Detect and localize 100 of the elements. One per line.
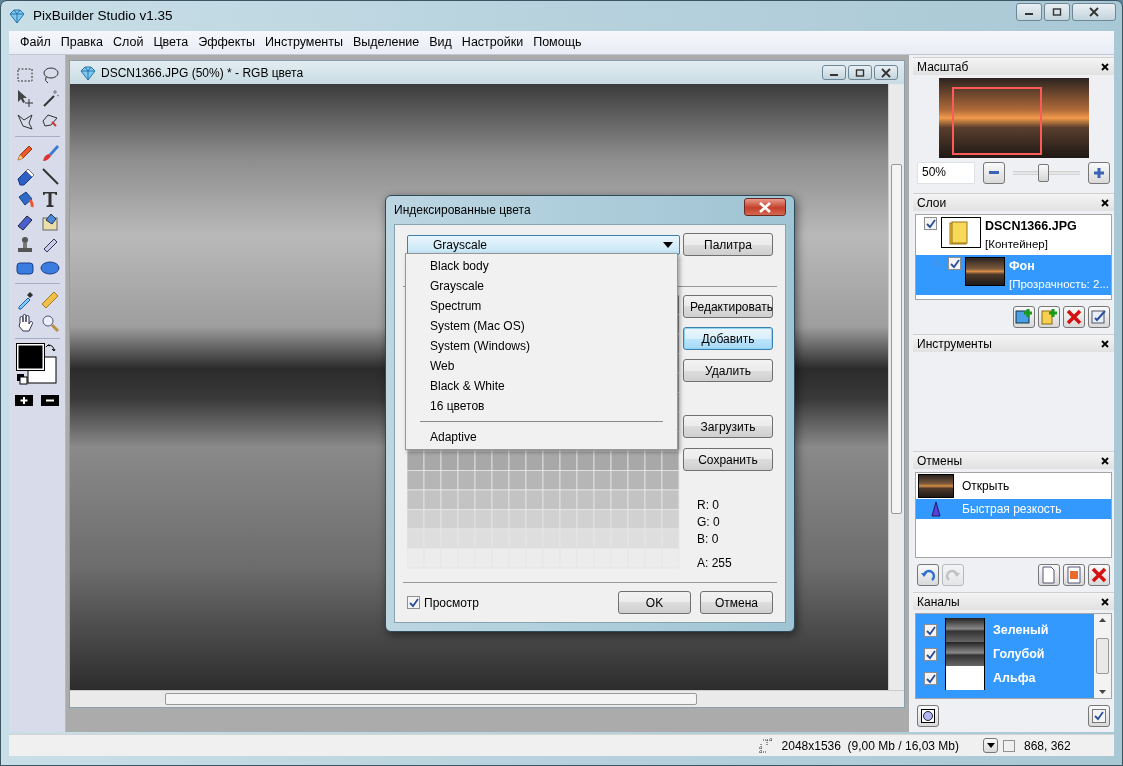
menu-item[interactable]: Настройки — [456, 33, 529, 52]
plus-icon — [1094, 168, 1104, 178]
menu-item[interactable]: Выделение — [348, 33, 425, 52]
color-readout: B: 0 — [697, 531, 720, 548]
checkbox[interactable] — [924, 623, 937, 637]
menu-item[interactable]: Инструменты — [260, 33, 348, 52]
undo-button[interactable] — [917, 564, 939, 586]
plus-icon[interactable] — [15, 395, 33, 406]
close-icon[interactable] — [1100, 61, 1110, 72]
channel-name: Зеленый — [993, 621, 1049, 639]
layer-thumbnail — [964, 257, 1005, 286]
history-label: Быстрая резкость — [962, 501, 1062, 518]
menu-item[interactable]: Помощь — [528, 33, 587, 52]
palette-grid[interactable] — [407, 295, 680, 569]
menu-item[interactable]: Слой — [107, 33, 149, 52]
close-button[interactable] — [874, 65, 898, 80]
dropdown-button[interactable] — [983, 738, 998, 753]
delete-layer-button[interactable] — [1063, 306, 1085, 328]
page-picture-icon — [1065, 566, 1083, 584]
dialog-button[interactable]: OK — [618, 591, 691, 614]
zoom-out-button[interactable] — [983, 162, 1005, 184]
close-button[interactable] — [744, 198, 786, 216]
slider-thumb[interactable] — [1038, 164, 1050, 182]
menu-item[interactable]: Эффекты — [193, 33, 261, 52]
dialog-button[interactable]: Добавить — [683, 327, 773, 350]
menu-option[interactable]: Adaptive — [406, 427, 677, 447]
close-icon[interactable] — [1100, 197, 1110, 208]
channel-name: Голубой — [993, 645, 1045, 663]
close-button[interactable] — [1072, 3, 1116, 21]
dialog-button[interactable]: Удалить — [683, 359, 773, 382]
menu-option[interactable]: System (Windows) — [406, 336, 677, 356]
minimize-button[interactable] — [822, 65, 846, 80]
delete-history-button[interactable] — [1088, 564, 1110, 586]
new-document-button[interactable] — [1063, 564, 1085, 586]
eraser-icon[interactable] — [14, 166, 35, 186]
checkbox[interactable] — [407, 596, 420, 609]
menu-item[interactable]: Файл — [15, 33, 56, 52]
line-icon[interactable] — [39, 166, 60, 186]
maximize-icon — [1052, 8, 1062, 16]
menu-option[interactable]: Web — [406, 356, 677, 376]
zoom-field[interactable]: 50% — [917, 162, 975, 184]
checkmark-icon — [1092, 709, 1106, 723]
palette-dropdown[interactable]: Grayscale — [407, 234, 680, 255]
history-item[interactable]: Открыть — [916, 473, 1111, 499]
dialog-button[interactable]: Отмена — [700, 591, 773, 614]
dialog-button[interactable]: Загрузить — [683, 415, 773, 438]
panel-title: Отмены — [917, 452, 962, 470]
layer-row[interactable]: DSCN1366.JPG [Контейнер] — [916, 215, 1111, 255]
dialog-button[interactable]: Редактировать — [683, 295, 773, 318]
horizontal-scrollbar[interactable] — [70, 690, 904, 707]
dialog-button[interactable]: Палитра — [683, 233, 773, 256]
vertical-scrollbar[interactable] — [888, 84, 904, 690]
app-logo-icon — [7, 7, 27, 25]
minimize-button[interactable] — [1016, 3, 1042, 21]
close-icon — [759, 201, 771, 213]
dialog-button[interactable]: Сохранить — [683, 448, 773, 471]
history-label: Открыть — [962, 478, 1010, 495]
close-icon — [881, 67, 891, 78]
ellipse-shape-icon[interactable] — [39, 258, 60, 278]
minus-icon[interactable] — [41, 395, 59, 406]
close-icon[interactable] — [1100, 338, 1110, 349]
new-snapshot-button[interactable] — [1038, 564, 1060, 586]
minus-icon — [989, 171, 999, 175]
dialog-title: Индексированные цвета — [394, 202, 531, 219]
menu-item[interactable]: Вид — [424, 33, 457, 52]
redo-icon — [946, 568, 960, 582]
layer-properties-button[interactable] — [1088, 306, 1110, 328]
channel-checkbox-button[interactable] — [1088, 705, 1110, 727]
preview-checkbox[interactable]: Просмотр — [407, 593, 479, 612]
checkbox[interactable] — [924, 217, 937, 230]
delete-icon — [1065, 308, 1083, 326]
menu-item[interactable]: Цвета — [148, 33, 194, 52]
close-icon[interactable] — [1100, 596, 1110, 607]
menu-option[interactable]: Spectrum — [406, 296, 677, 316]
menu-option[interactable]: Grayscale — [406, 276, 677, 296]
menu-item[interactable]: Правка — [55, 33, 108, 52]
menu-option[interactable]: Black body — [406, 256, 677, 276]
checkbox[interactable] — [924, 671, 937, 685]
fill-icon[interactable] — [39, 212, 60, 232]
panel-title: Каналы — [917, 593, 960, 611]
zoom-in-button[interactable] — [1088, 162, 1110, 184]
scroll-up-icon — [1099, 618, 1106, 622]
snapshot-thumbnail — [918, 474, 954, 498]
folder-plus-icon — [1040, 308, 1058, 326]
vertical-scrollbar[interactable] — [1094, 614, 1111, 698]
maximize-button[interactable] — [1044, 3, 1070, 21]
menu-option[interactable]: 16 цветов — [406, 396, 677, 416]
menu-option[interactable]: System (Mac OS) — [406, 316, 677, 336]
checkbox[interactable] — [924, 647, 937, 661]
checkbox[interactable] — [947, 257, 961, 270]
load-channel-selection-button[interactable] — [917, 705, 939, 727]
new-layer-button[interactable] — [1013, 306, 1035, 328]
magnifier-icon[interactable] — [39, 313, 60, 333]
new-container-button[interactable] — [1038, 306, 1060, 328]
maximize-button[interactable] — [848, 65, 872, 80]
pencil-icon[interactable] — [14, 143, 35, 163]
color-swatches-icon[interactable] — [16, 343, 58, 387]
close-icon[interactable] — [1100, 455, 1110, 466]
menu-option[interactable]: Black & White — [406, 376, 677, 396]
pencil-check-icon — [1090, 308, 1108, 326]
